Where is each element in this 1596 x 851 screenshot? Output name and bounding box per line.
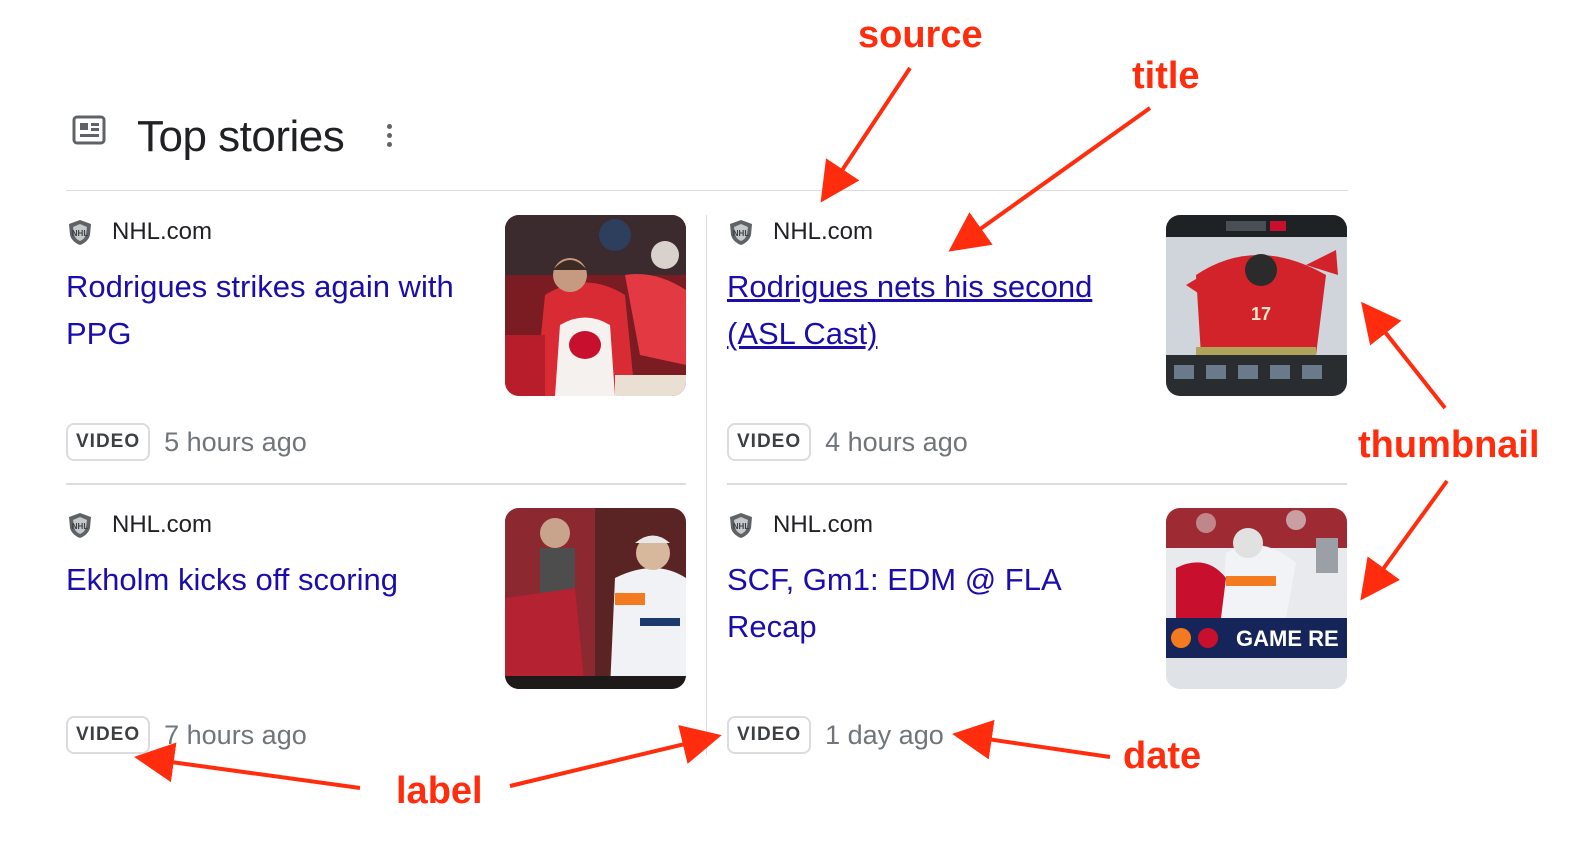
arrow-thumbnail-top (1361, 301, 1447, 410)
arrow-label-left (134, 742, 361, 790)
arrow-thumbnail-bottom (1360, 479, 1449, 601)
annotation-arrows (134, 66, 1449, 790)
arrow-date (952, 719, 1111, 760)
arrow-source (820, 66, 912, 203)
arrow-title (948, 106, 1152, 252)
arrow-label-right (509, 725, 722, 788)
